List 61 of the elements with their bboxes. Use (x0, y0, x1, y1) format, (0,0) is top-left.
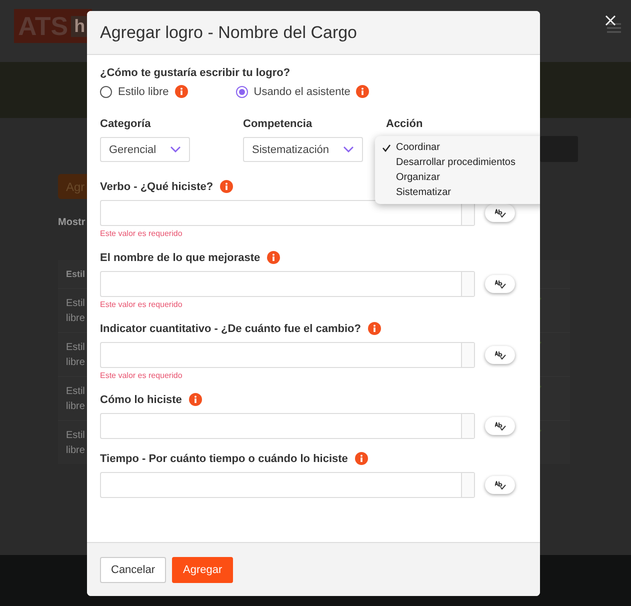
info-icon[interactable] (356, 85, 370, 98)
text-field[interactable] (100, 413, 475, 439)
dropdown-select[interactable]: Gerencial (100, 137, 190, 162)
spellcheck-button[interactable] (485, 346, 515, 364)
dialog-title: Agregar logro - Nombre del Cargo (100, 22, 358, 42)
radio-button[interactable] (236, 86, 248, 98)
error-message: Este valor es requerido (100, 229, 184, 238)
dropdown-select[interactable]: Sistematización (243, 137, 364, 162)
info-icon[interactable] (220, 180, 234, 193)
radio-button[interactable] (100, 86, 112, 98)
field-label: El nombre de lo que mejoraste (100, 252, 260, 264)
error-message: Este valor es requerido (100, 371, 184, 380)
field-label: Indicator cuantitativo - ¿De cuánto fue el cambio? (100, 322, 361, 334)
table-header: Estil (66, 268, 86, 280)
close-icon[interactable] (605, 15, 616, 26)
menu-option[interactable]: Coordinar (375, 140, 540, 155)
radio-label[interactable]: Estilo libre (118, 86, 169, 98)
menu-option[interactable]: Organizar (375, 170, 540, 185)
spellcheck-button[interactable] (485, 204, 515, 222)
field-label: Tiempo - Por cuánto tiempo o cuándo lo hiciste (100, 452, 348, 464)
info-icon[interactable] (354, 452, 368, 465)
text-field[interactable] (100, 472, 475, 498)
select-label: Competencia (243, 118, 314, 130)
info-icon[interactable] (368, 322, 381, 335)
info-icon[interactable] (188, 393, 202, 406)
question-label: ¿Cómo te gustaría escribir tu logro? (100, 67, 292, 79)
spellcheck-button[interactable] (485, 476, 515, 494)
table-cell-text: Estil libre (66, 296, 86, 326)
select-label: Acción (386, 118, 424, 130)
option-label[interactable]: Desarrollar procedimientos (396, 155, 516, 170)
chevron-icon (170, 146, 182, 153)
option-label[interactable]: Organizar (396, 170, 440, 185)
info-icon[interactable] (267, 251, 280, 264)
spellcheck-icon (494, 280, 506, 288)
text-field[interactable] (100, 200, 475, 226)
spellcheck-button[interactable] (485, 275, 515, 293)
table-cell-text: Estil libre (66, 428, 86, 458)
table-cell-text: Estil libre (66, 384, 86, 414)
menu-option[interactable]: Sistematizar (375, 185, 540, 200)
option-label[interactable]: Coordinar (396, 140, 440, 155)
option-label[interactable]: Sistematizar (396, 185, 452, 200)
menu-option[interactable]: Desarrollar procedimientos (375, 155, 540, 170)
spellcheck-icon (494, 422, 506, 430)
text-field[interactable] (100, 342, 475, 368)
spellcheck-icon (494, 208, 506, 218)
spellcheck-button[interactable] (485, 417, 515, 435)
field-label: Cómo lo hiciste (100, 394, 182, 406)
error-message: Este valor es requerido (100, 300, 184, 309)
radio-label[interactable]: Usando el asistente (254, 86, 350, 98)
text-field[interactable] (100, 271, 475, 297)
chevron-icon (343, 146, 354, 153)
table-cell-text: Estil libre (66, 340, 86, 370)
field-label: Verbo - ¿Qué hiciste? (100, 180, 214, 192)
select-label: Categoría (100, 118, 152, 130)
dialog-button[interactable]: Cancelar (100, 556, 166, 582)
menu-icon[interactable] (607, 23, 621, 33)
info-icon[interactable] (174, 85, 188, 98)
spellcheck-icon (494, 480, 506, 490)
show-label: Mostr (58, 217, 86, 228)
check-icon (382, 144, 391, 152)
spellcheck-icon (494, 350, 506, 360)
